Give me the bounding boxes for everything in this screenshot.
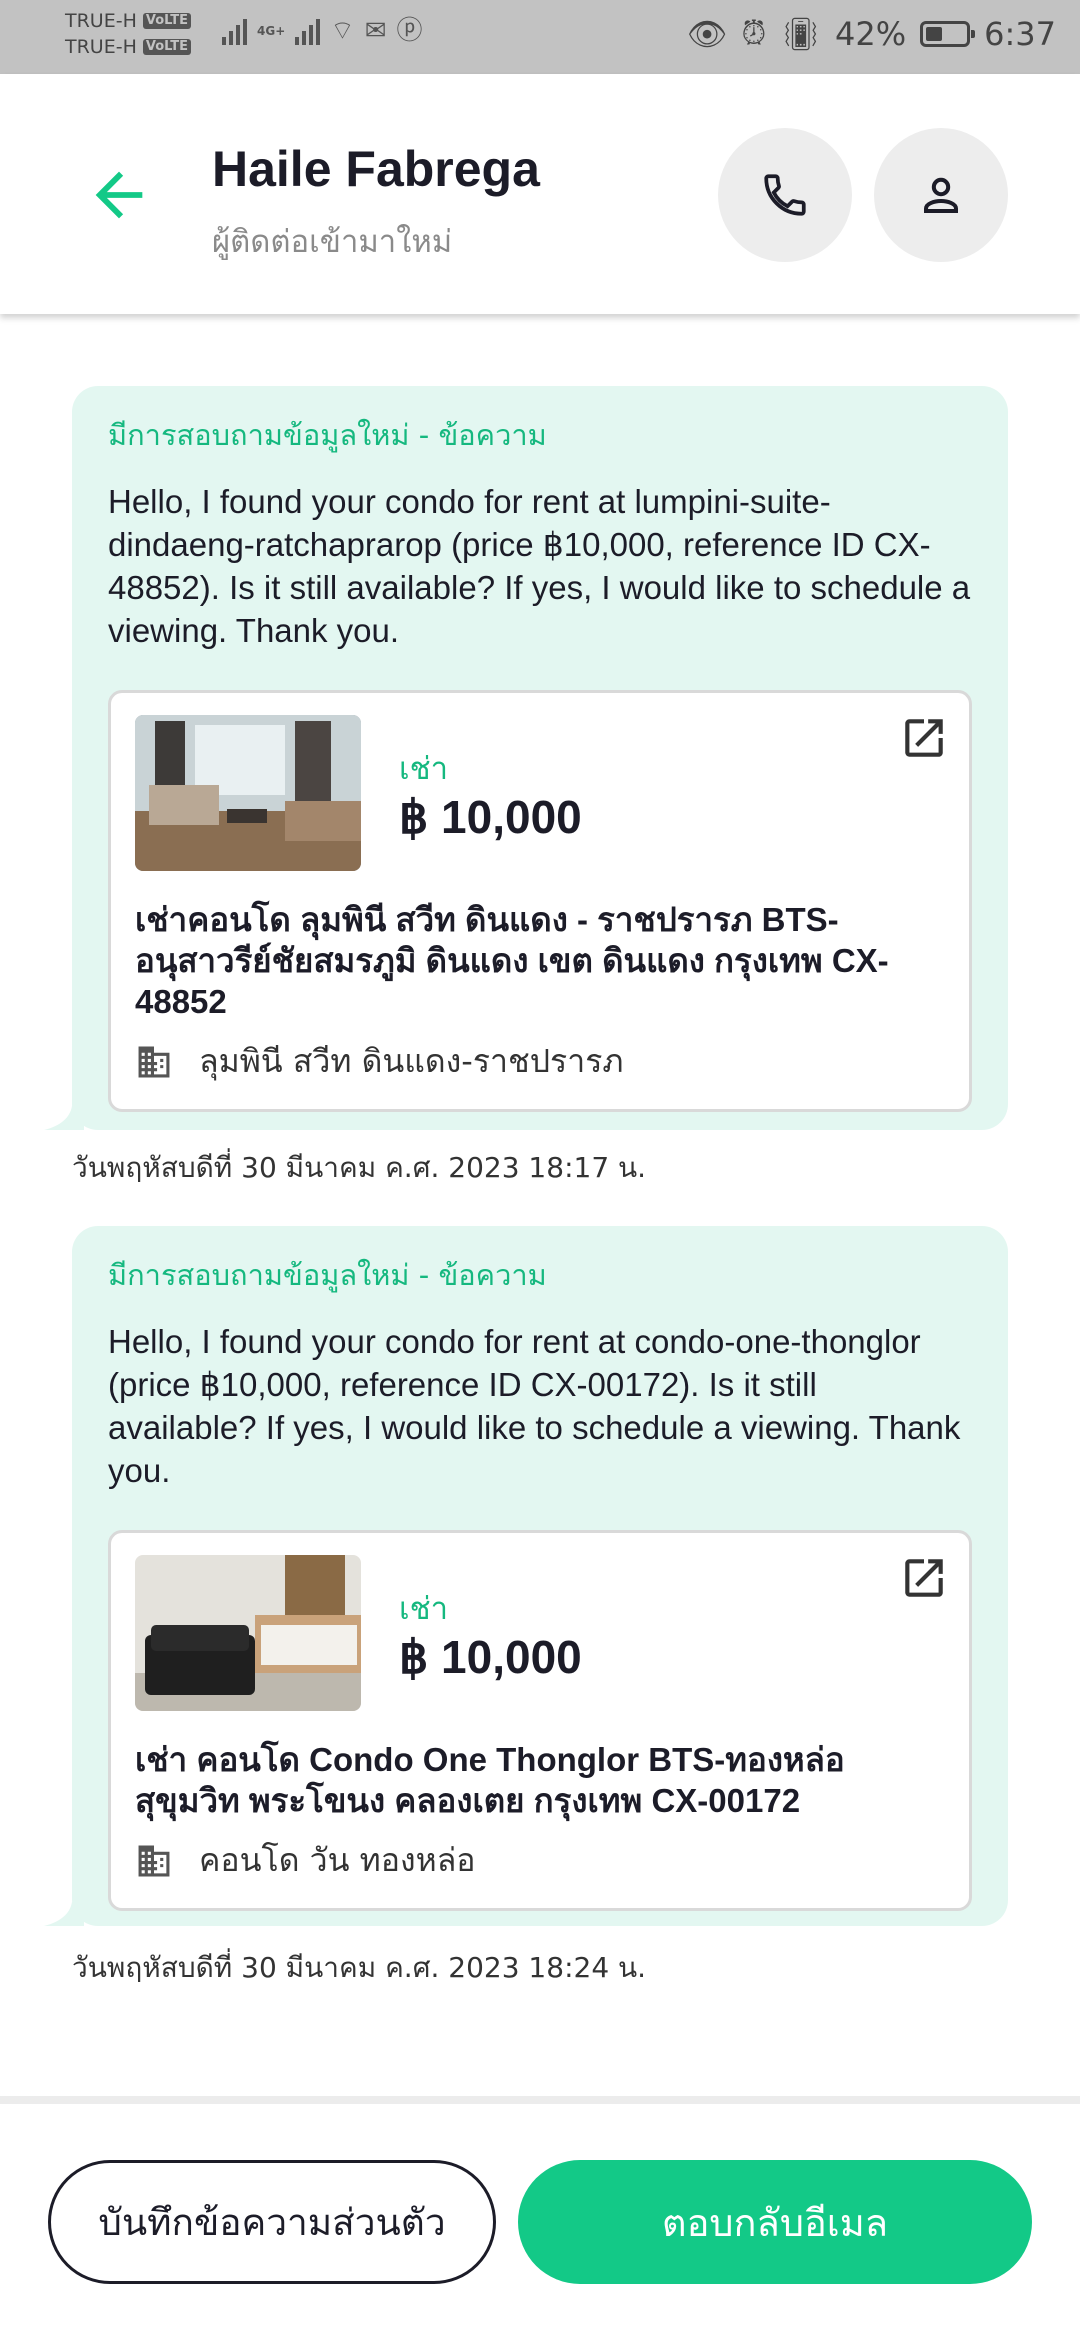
message-bubble: มีการสอบถามข้อมูลใหม่ - ข้อความ Hello, I…	[44, 386, 1008, 1130]
bubble-tail	[44, 1106, 84, 1130]
signal-icon	[295, 17, 321, 45]
message-text: Hello, I found your condo for rent at co…	[108, 1323, 961, 1489]
contact-profile-button[interactable]	[874, 128, 1008, 262]
volte-badge: VoLTE	[142, 13, 192, 29]
conversation-header: Haile Fabrega ผู้ติดต่อเข้ามาใหม่	[0, 74, 1080, 314]
open-in-new-icon[interactable]	[899, 713, 949, 763]
gmail-icon: ✉	[364, 16, 387, 46]
alarm-icon: ⏰︎	[741, 14, 767, 52]
contact-status: ผู้ติดต่อเข้ามาใหม่	[212, 224, 453, 260]
building-icon	[138, 1845, 170, 1876]
reply-email-button[interactable]: ตอบกลับอีเมล	[518, 2160, 1032, 2284]
signal-icon	[222, 17, 247, 45]
bubble-tail	[44, 1902, 84, 1926]
listing-type-label: เช่า	[399, 751, 449, 787]
wifi-icon: ⌔	[330, 16, 355, 46]
listing-type-label: เช่า	[399, 1591, 449, 1627]
battery-icon	[920, 20, 976, 47]
building-icon	[138, 1046, 170, 1077]
carrier-info: TRUE-H VoLTE TRUE-H VoLTE	[65, 8, 192, 60]
vibrate-icon: 📳︎	[780, 14, 822, 53]
listing-card[interactable]: เช่า ฿ 10,000 เช่า คอนโด Condo One Thong…	[108, 1530, 972, 1911]
clock: 6:37	[984, 14, 1056, 53]
status-bar: TRUE-H VoLTE TRUE-H VoLTE 4G+ ⌔ ✉ ⓟ 👁︎ ⏰︎ …	[0, 0, 1080, 74]
carrier-1-label: TRUE-H	[65, 10, 137, 32]
person-icon	[924, 177, 958, 213]
volte-badge: VoLTE	[142, 39, 192, 55]
open-in-new-icon[interactable]	[899, 1553, 949, 1603]
eye-icon: 👁︎	[686, 14, 728, 53]
listing-title: เช่า คอนโด Condo One Thonglor BTS-ทองหล่…	[135, 1741, 845, 1819]
arrow-left-icon	[95, 171, 143, 219]
project-name: คอนโด วัน ทองหล่อ	[199, 1841, 476, 1879]
listing-photo	[135, 1555, 361, 1711]
battery-percent: 42%	[835, 14, 907, 53]
contact-name: Haile Fabrega	[212, 141, 540, 197]
status-icons-right: 👁︎ ⏰︎ 📳︎ 42% 6:37	[687, 14, 1056, 53]
listing-price: ฿ 10,000	[399, 791, 582, 843]
listing-photo	[135, 715, 361, 871]
listing-title: เช่าคอนโด ลุมพินี สวีท ดินแดง - ราชปรารภ…	[135, 901, 889, 1020]
listing-project: ลุมพินี สวีท ดินแดง-ราชปรารภ	[135, 1036, 945, 1087]
action-bar: บันทึกข้อความส่วนตัว ตอบกลับอีเมล	[0, 2096, 1080, 2340]
back-button[interactable]	[84, 160, 154, 230]
status-icons-left: 4G+ ⌔ ✉ ⓟ	[222, 16, 423, 46]
message-timestamp: วันพฤหัสบดีที่ 30 มีนาคม ค.ศ. 2023 18:24…	[72, 1951, 647, 1984]
pinterest-icon: ⓟ	[396, 16, 423, 46]
message-text: Hello, I found your condo for rent at lu…	[108, 483, 971, 649]
listing-project: คอนโด วัน ทองหล่อ	[135, 1835, 945, 1886]
call-button[interactable]	[718, 128, 852, 262]
private-note-button[interactable]: บันทึกข้อความส่วนตัว	[48, 2160, 496, 2284]
message-header: มีการสอบถามข้อมูลใหม่ - ข้อความ	[108, 418, 547, 452]
listing-card[interactable]: เช่า ฿ 10,000 เช่าคอนโด ลุมพินี สวีท ดิน…	[108, 690, 972, 1112]
message-bubble: มีการสอบถามข้อมูลใหม่ - ข้อความ Hello, I…	[44, 1226, 1008, 1926]
carrier-2-label: TRUE-H	[65, 36, 137, 58]
network-type: 4G+	[257, 24, 286, 38]
project-name: ลุมพินี สวีท ดินแดง-ราชปรารภ	[199, 1042, 624, 1080]
message-header: มีการสอบถามข้อมูลใหม่ - ข้อความ	[108, 1258, 547, 1292]
message-timestamp: วันพฤหัสบดีที่ 30 มีนาคม ค.ศ. 2023 18:17…	[72, 1151, 647, 1184]
listing-price: ฿ 10,000	[399, 1631, 582, 1683]
phone-icon	[764, 174, 806, 216]
